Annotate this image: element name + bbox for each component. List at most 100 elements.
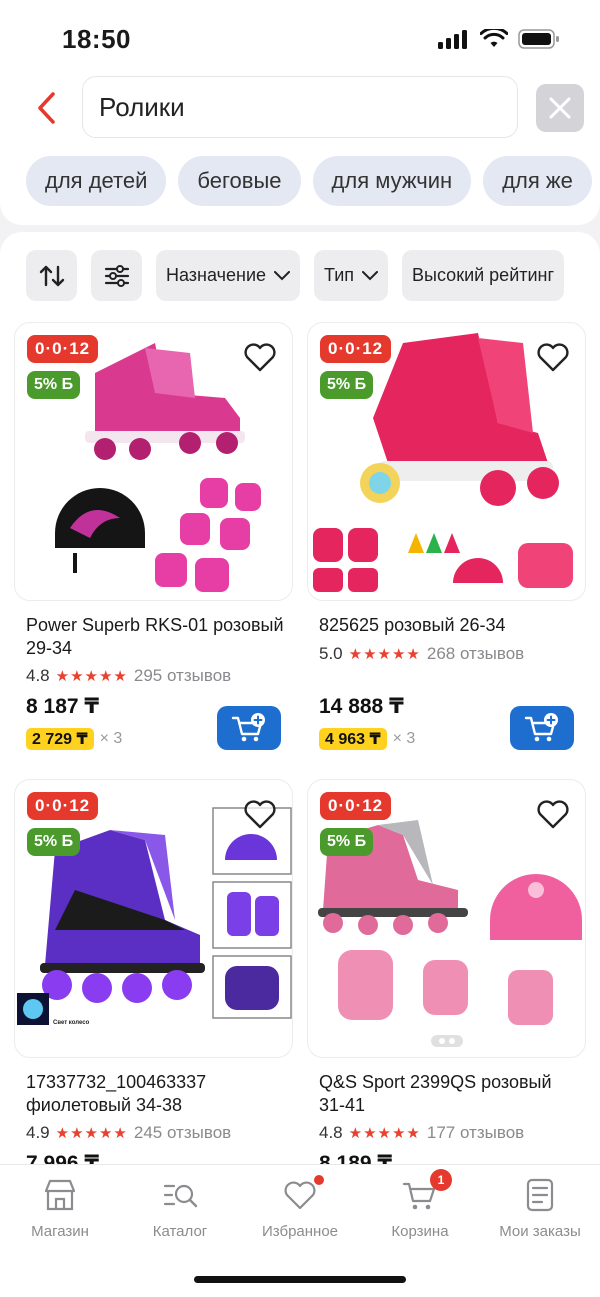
installment-price: 2 729 ₸ [26, 728, 94, 750]
product-price: 8 187 ₸ [26, 695, 99, 718]
back-button[interactable] [28, 88, 64, 128]
cart-plus-icon [231, 713, 265, 742]
product-image[interactable]: 0·0·12 5% Б [14, 322, 293, 601]
installment-badge: 0·0·12 [27, 335, 99, 363]
notification-dot [314, 1175, 324, 1185]
tab-orders[interactable]: Мои заказы [480, 1165, 600, 1240]
add-to-cart-button[interactable] [510, 706, 574, 750]
sort-icon [39, 265, 64, 286]
installment-badge: 0·0·12 [320, 792, 392, 820]
search-header: Ролики для детей беговые для мужчин для … [0, 70, 600, 225]
tab-catalog-label: Каталог [152, 1223, 208, 1240]
product-title[interactable]: 17337732_100463337 фиолетовый 34-38 [26, 1071, 288, 1117]
product-rating: 5.0 ★★★★★ 268 отзывов [319, 644, 524, 664]
close-icon [549, 97, 571, 119]
installment-badge: 0·0·12 [27, 792, 99, 820]
home-indicator [194, 1276, 406, 1283]
product-card[interactable]: 0·0·12 5% Б Power Superb RKS-01 розовый … [14, 322, 293, 762]
bonus-badge: 5% Б [320, 828, 374, 856]
installment-price: 4 963 ₸ [319, 728, 387, 750]
bonus-badge: 5% Б [27, 371, 81, 399]
product-price: 14 888 ₸ [319, 695, 404, 718]
product-image[interactable]: 0·0·12 5% Б Свет колесо [14, 779, 293, 1058]
product-card[interactable]: 0·0·12 5% Б Q&S Sport 2399QS розовый 31-… [307, 779, 586, 1172]
rating-value: 5.0 [319, 644, 343, 663]
product-card[interactable]: 0·0·12 5% Б Свет колесо 17337732_1004633… [14, 779, 293, 1172]
product-title[interactable]: Power Superb RKS-01 розовый 29-34 [26, 614, 288, 660]
sliders-icon [104, 264, 129, 287]
rating-filter[interactable]: Высокий рейтинг [402, 250, 565, 301]
cart-count-badge: 1 [430, 1169, 452, 1191]
product-title[interactable]: 825625 розовый 26-34 [319, 614, 581, 637]
chevron-left-icon [38, 92, 55, 124]
tab-shop[interactable]: Магазин [0, 1165, 120, 1240]
heart-icon [284, 1181, 316, 1210]
bonus-badge: 5% Б [320, 371, 374, 399]
rating-value: 4.8 [319, 1123, 343, 1142]
rating-stars: ★★★★★ [55, 1125, 128, 1142]
rating-value: 4.9 [26, 1123, 50, 1142]
chevron-down-icon [362, 270, 379, 280]
installment-info: 2 729 ₸ × 3 [26, 728, 122, 750]
rating-value: 4.8 [26, 666, 50, 685]
product-image[interactable]: 0·0·12 5% Б [307, 779, 586, 1058]
heart-icon[interactable] [242, 796, 278, 832]
status-bar: 18:50 [0, 0, 600, 70]
filter-bar: Назначение Тип Высокий рейтинг [26, 250, 600, 302]
tab-cart-label: Корзина [391, 1223, 449, 1240]
type-filter-label: Тип [324, 265, 355, 285]
search-query: Ролики [99, 91, 185, 122]
product-rating: 4.9 ★★★★★ 245 отзывов [26, 1123, 231, 1143]
heart-icon[interactable] [535, 339, 571, 375]
image-caption: Свет колесо [53, 1020, 90, 1026]
wifi-icon [480, 29, 508, 47]
store-icon [44, 1179, 76, 1211]
chip-kids[interactable]: для детей [26, 156, 167, 206]
tab-orders-label: Мои заказы [499, 1223, 581, 1240]
rating-stars: ★★★★★ [348, 1125, 421, 1142]
catalog-search-icon [163, 1184, 198, 1208]
chip-men[interactable]: для мужчин [312, 156, 472, 206]
tab-shop-label: Магазин [31, 1223, 89, 1240]
battery-icon [518, 29, 559, 49]
heart-icon[interactable] [242, 339, 278, 375]
type-filter[interactable]: Тип [314, 250, 389, 301]
installment-multiplier: × 3 [99, 730, 123, 747]
product-image[interactable]: 0·0·12 5% Б [307, 322, 586, 601]
product-card[interactable]: 0·0·12 5% Б 825625 розовый 26-34 5.0 ★★★… [307, 322, 586, 762]
tab-favorites[interactable]: Избранное [240, 1165, 360, 1240]
add-to-cart-button[interactable] [217, 706, 281, 750]
reviews-count: 245 отзывов [133, 1123, 232, 1142]
suggestion-chips: для детей беговые для мужчин для же [26, 156, 592, 206]
product-title[interactable]: Q&S Sport 2399QS розовый 31-41 [319, 1071, 581, 1117]
cart-plus-icon [524, 713, 558, 742]
installment-multiplier: × 3 [392, 730, 416, 747]
reviews-count: 177 отзывов [426, 1123, 525, 1142]
reviews-count: 268 отзывов [426, 644, 525, 663]
status-time: 18:50 [62, 24, 131, 54]
tab-catalog[interactable]: Каталог [120, 1165, 240, 1240]
chip-women[interactable]: для же [483, 156, 592, 206]
search-input[interactable]: Ролики [82, 76, 518, 138]
product-rating: 4.8 ★★★★★ 177 отзывов [319, 1123, 524, 1143]
sort-button[interactable] [26, 250, 77, 301]
bonus-badge: 5% Б [27, 828, 81, 856]
installment-info: 4 963 ₸ × 3 [319, 728, 415, 750]
installment-badge: 0·0·12 [320, 335, 392, 363]
product-rating: 4.8 ★★★★★ 295 отзывов [26, 666, 231, 686]
image-pager-dots [430, 1035, 463, 1047]
tab-cart[interactable]: 1 Корзина [360, 1165, 480, 1240]
filters-button[interactable] [91, 250, 142, 301]
cellular-signal-icon [438, 30, 467, 49]
rating-filter-label: Высокий рейтинг [412, 265, 555, 285]
purpose-filter-label: Назначение [166, 265, 267, 285]
results-panel: Назначение Тип Высокий рейтинг 0·0·12 5%… [0, 232, 600, 1172]
chip-running[interactable]: беговые [178, 156, 301, 206]
reviews-count: 295 отзывов [133, 666, 232, 685]
rating-stars: ★★★★★ [55, 668, 128, 685]
purpose-filter[interactable]: Назначение [156, 250, 301, 301]
status-icons [438, 28, 560, 50]
clear-search-button[interactable] [536, 84, 584, 132]
rating-stars: ★★★★★ [348, 646, 421, 663]
heart-icon[interactable] [535, 796, 571, 832]
